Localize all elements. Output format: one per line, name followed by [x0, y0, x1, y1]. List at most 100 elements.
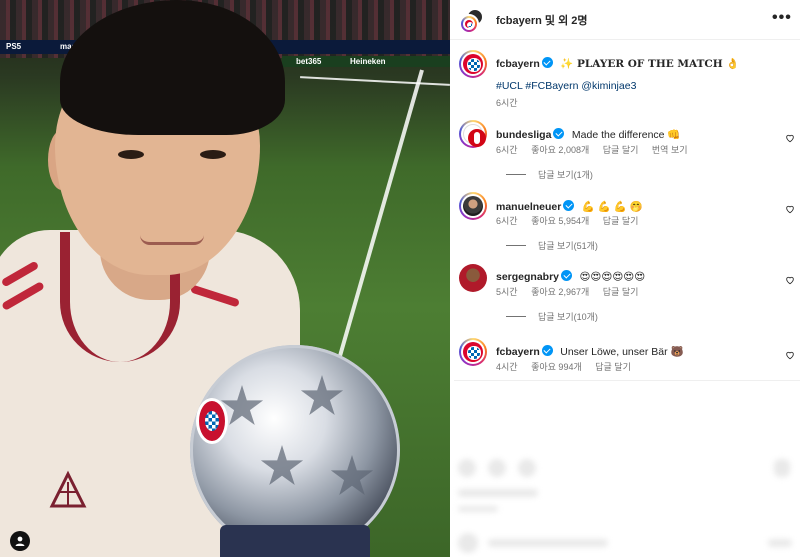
verified-icon — [541, 345, 553, 356]
post-header: fcbayern 및 외 2명 ••• — [450, 0, 800, 40]
divider — [506, 245, 526, 246]
reply-button[interactable]: 답글 달기 — [595, 362, 631, 372]
like-comment-button[interactable] — [785, 347, 795, 360]
collab-avatars[interactable] — [459, 8, 487, 36]
likes-summary — [458, 489, 538, 497]
ad-bet365: bet365 — [296, 57, 322, 66]
blurred-action-area — [454, 380, 800, 557]
caption: fcbayern ✨ PLAYER OF THE MATCH 👌 #UCL #F… — [450, 48, 800, 110]
post-time — [458, 506, 498, 512]
view-replies-button[interactable]: 답글 보기(10개) — [506, 310, 598, 323]
like-comment-button[interactable] — [785, 130, 795, 143]
comment-text: 💪 💪 💪 🤭 — [581, 201, 643, 213]
view-replies-button[interactable]: 답글 보기(1개) — [506, 168, 593, 181]
verified-icon — [541, 57, 553, 68]
fcbayern-logo-icon — [463, 54, 483, 74]
post-photo[interactable]: PS5 mastercard bet365 Heineken — [0, 0, 450, 557]
like-comment-button[interactable] — [785, 272, 795, 285]
trophy-star — [260, 445, 304, 486]
caption-time: 6시간 — [496, 98, 518, 108]
comment-item: bundesliga Made the difference 👊 6시간 좋아요… — [450, 120, 800, 190]
post-detail-panel: fcbayern 및 외 2명 ••• fcbayern ✨ PLAYER OF… — [450, 0, 800, 557]
fcbayern-logo-icon — [465, 20, 474, 29]
view-replies-button[interactable]: 답글 보기(51개) — [506, 239, 598, 252]
comment-username[interactable]: sergegnabry — [496, 271, 559, 283]
comment-username[interactable]: manuelneuer — [496, 201, 561, 213]
avatar-photo — [459, 264, 487, 292]
header-title: fcbayern 및 외 2명 — [496, 12, 588, 28]
view-replies-label: 답글 보기(1개) — [538, 170, 593, 180]
reply-button[interactable]: 답글 달기 — [603, 145, 639, 155]
bayern-crest-icon — [196, 398, 228, 444]
player-eye — [118, 150, 144, 159]
avatar[interactable] — [459, 264, 487, 292]
verified-icon — [553, 128, 565, 139]
header-others[interactable]: 및 외 2명 — [545, 15, 588, 27]
caption-hashtags[interactable]: #UCL #FCBayern @kiminjae3 — [496, 80, 636, 92]
heart-icon — [786, 276, 794, 285]
comment-likes[interactable]: 좋아요 994개 — [531, 362, 582, 372]
heart-icon — [786, 351, 794, 360]
header-username[interactable]: fcbayern — [496, 15, 542, 27]
comment-time: 4시간 — [496, 362, 518, 372]
tagged-users-button[interactable] — [10, 531, 30, 551]
emoji-icon — [458, 533, 478, 553]
avatar[interactable] — [459, 120, 487, 148]
reply-button[interactable]: 답글 달기 — [603, 216, 639, 226]
comment-item: manuelneuer 💪 💪 💪 🤭 6시간 좋아요 5,954개 답글 달기… — [450, 192, 800, 262]
pitch-line — [331, 69, 424, 379]
comment-text: Made the difference 👊 — [571, 129, 681, 141]
adidas-logo-icon — [49, 470, 87, 508]
verified-icon — [563, 200, 575, 211]
translate-button[interactable]: 번역 보기 — [652, 145, 688, 155]
comment-item: fcbayern Unser Löwe, unser Bär 🐻 4시간 좋아요… — [450, 338, 800, 378]
comment-meta: 6시간 좋아요 5,954개 답글 달기 — [496, 214, 649, 227]
ad-heineken: Heineken — [350, 57, 386, 66]
view-replies-label: 답글 보기(10개) — [538, 312, 598, 322]
heart-icon — [786, 134, 794, 143]
bundesliga-logo-icon — [463, 124, 486, 147]
bookmark-icon — [774, 459, 790, 477]
trophy-ball — [190, 345, 400, 555]
trophy-star — [300, 375, 344, 416]
comment-time: 6시간 — [496, 216, 518, 226]
trophy-star — [330, 455, 374, 496]
comment-meta: 5시간 좋아요 2,967개 답글 달기 — [496, 285, 649, 298]
comment-meta: 6시간 좋아요 2,008개 답글 달기 번역 보기 — [496, 143, 699, 156]
comment-meta: 4시간 좋아요 994개 답글 달기 — [496, 360, 642, 373]
like-comment-button[interactable] — [785, 201, 795, 214]
player-mouth — [140, 235, 204, 245]
share-icon — [518, 459, 536, 477]
divider — [506, 316, 526, 317]
avatar[interactable] — [459, 192, 487, 220]
comment-likes[interactable]: 좋아요 5,954개 — [531, 216, 589, 226]
comment-text: Unser Löwe, unser Bär 🐻 — [560, 346, 684, 358]
ad-board-pitch: bet365 Heineken — [282, 56, 450, 67]
pitch-line — [300, 76, 450, 86]
user-icon — [15, 536, 25, 546]
comment-time: 6시간 — [496, 145, 518, 155]
comment-icon — [488, 459, 506, 477]
view-replies-label: 답글 보기(51개) — [538, 241, 598, 251]
avatar-photo — [463, 196, 483, 216]
caption-title: ✨ PLAYER OF THE MATCH 👌 — [560, 58, 740, 70]
reply-button[interactable]: 답글 달기 — [603, 287, 639, 297]
comment-text: 😍😍😍😍😍😍 — [579, 271, 646, 283]
heart-icon — [458, 459, 476, 477]
comment-likes[interactable]: 좋아요 2,967개 — [531, 287, 589, 297]
comment-item: sergegnabry 😍😍😍😍😍😍 5시간 좋아요 2,967개 답글 달기 … — [450, 264, 800, 334]
avatar — [459, 14, 479, 34]
divider — [506, 174, 526, 175]
comment-username[interactable]: fcbayern — [496, 346, 540, 358]
comment-username[interactable]: bundesliga — [496, 129, 551, 141]
more-options-button[interactable]: ••• — [772, 9, 792, 27]
comment-likes[interactable]: 좋아요 2,008개 — [531, 145, 589, 155]
comment-time: 5시간 — [496, 287, 518, 297]
player-eye — [200, 150, 226, 159]
ad-ps5: PS5 — [6, 42, 22, 51]
avatar[interactable] — [459, 338, 487, 366]
fcbayern-logo-icon — [463, 342, 483, 362]
avatar[interactable] — [459, 50, 487, 78]
trophy-base — [220, 525, 370, 557]
caption-username[interactable]: fcbayern — [496, 58, 540, 70]
